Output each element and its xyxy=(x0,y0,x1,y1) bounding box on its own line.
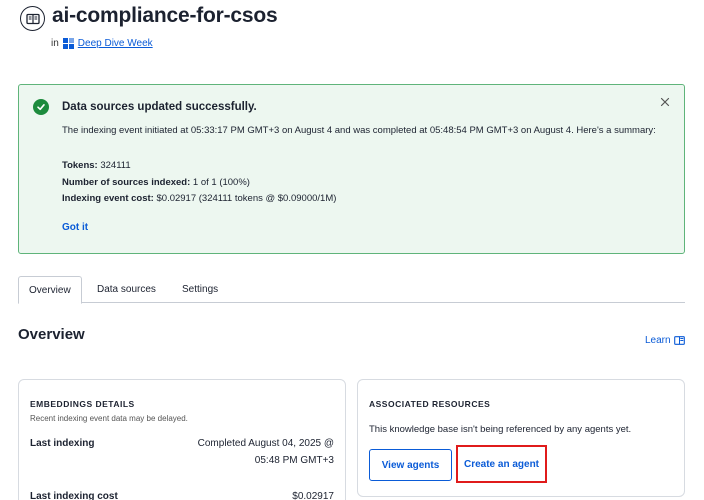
tokens-row: Tokens: 324111 xyxy=(62,160,131,171)
overview-title: Overview xyxy=(18,326,85,343)
view-agents-button[interactable]: View agents xyxy=(369,449,452,481)
workspace-link[interactable]: Deep Dive Week xyxy=(78,38,153,49)
create-agent-button[interactable]: Create an agent xyxy=(460,449,543,479)
workspace-icon xyxy=(62,38,74,49)
last-cost-value: $0.02917 xyxy=(292,491,334,500)
cost-value: $0.02917 (324111 tokens @ $0.09000/1M) xyxy=(156,193,337,204)
last-indexing-value: Completed August 04, 2025 @ 05:48 PM GMT… xyxy=(198,435,334,469)
embeddings-details-card: EMBEDDINGS DETAILS Recent indexing event… xyxy=(18,379,346,500)
embeddings-heading: EMBEDDINGS DETAILS xyxy=(30,399,135,409)
check-circle-icon xyxy=(33,99,49,115)
sources-value: 1 of 1 (100%) xyxy=(192,177,250,188)
learn-label: Learn xyxy=(645,335,671,346)
resources-text: This knowledge base isn't being referenc… xyxy=(369,424,632,435)
tab-bar: Overview Data sources Settings xyxy=(18,276,685,304)
banner-title: Data sources updated successfully. xyxy=(62,101,257,113)
close-icon[interactable] xyxy=(658,95,672,109)
got-it-link[interactable]: Got it xyxy=(62,222,88,233)
tab-overview[interactable]: Overview xyxy=(18,276,82,304)
sources-label: Number of sources indexed: xyxy=(62,177,191,188)
embeddings-subtext: Recent indexing event data may be delaye… xyxy=(30,414,188,423)
last-cost-label: Last indexing cost xyxy=(30,491,118,500)
knowledge-base-icon xyxy=(20,6,45,31)
cost-label: Indexing event cost: xyxy=(62,193,154,204)
last-indexing-date: Completed August 04, 2025 @ xyxy=(197,438,334,449)
associated-resources-card: ASSOCIATED RESOURCES This knowledge base… xyxy=(357,379,685,497)
last-indexing-time: 05:48 PM GMT+3 xyxy=(254,455,334,466)
page-title: ai-compliance-for-csos xyxy=(52,4,278,27)
workspace-breadcrumb: in Deep Dive Week xyxy=(51,38,153,49)
sources-row: Number of sources indexed: 1 of 1 (100%) xyxy=(62,177,250,188)
in-label: in xyxy=(51,38,59,49)
banner-body: The indexing event initiated at 05:33:17… xyxy=(62,125,656,136)
tokens-label: Tokens: xyxy=(62,160,98,171)
tab-settings[interactable]: Settings xyxy=(182,276,218,303)
last-indexing-label: Last indexing xyxy=(30,438,95,449)
tab-data-sources[interactable]: Data sources xyxy=(97,276,156,303)
cost-row: Indexing event cost: $0.02917 (324111 to… xyxy=(62,193,336,204)
resources-heading: ASSOCIATED RESOURCES xyxy=(369,399,491,409)
success-banner: Data sources updated successfully. The i… xyxy=(18,84,685,254)
tokens-value: 324111 xyxy=(100,160,131,171)
learn-link[interactable]: Learn xyxy=(645,335,685,346)
book-icon xyxy=(673,336,685,345)
